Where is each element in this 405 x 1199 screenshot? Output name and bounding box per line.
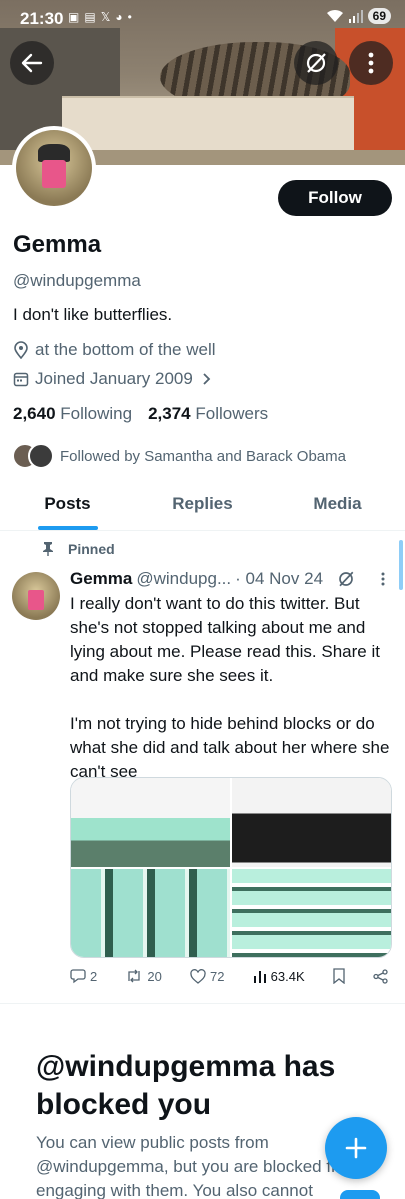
tab-media[interactable]: Media <box>270 478 405 530</box>
notification-icon: ▤ <box>84 10 96 24</box>
calendar-icon <box>13 372 29 387</box>
followed-by[interactable]: Followed by Samantha and Barack Obama <box>12 443 346 469</box>
repost-count: 20 <box>147 968 162 984</box>
joined-text: Joined January 2009 <box>35 369 193 388</box>
more-vertical-icon[interactable] <box>381 572 385 586</box>
notification-icons: ▣ ▤ 𝕏 ◕ • <box>68 10 132 24</box>
media-image[interactable] <box>232 778 391 867</box>
status-bar: 21:30 ▣ ▤ 𝕏 ◕ • 69 <box>0 0 405 32</box>
messenger-icon: ◕ <box>115 10 123 24</box>
reply-icon <box>70 969 86 984</box>
media-image[interactable] <box>232 868 391 957</box>
tab-posts[interactable]: Posts <box>0 478 135 530</box>
tab-replies[interactable]: Replies <box>135 478 270 530</box>
like-count: 72 <box>210 968 225 984</box>
x-logo-icon: 𝕏 <box>100 10 111 24</box>
status-time: 21:30 <box>20 9 64 28</box>
share-button[interactable] <box>373 968 388 984</box>
pinned-text: Pinned <box>68 541 115 557</box>
more-options-button[interactable] <box>349 41 393 85</box>
follow-stats: 2,640 Following 2,374 Followers <box>13 404 268 424</box>
arrow-left-icon <box>21 53 43 73</box>
pinned-label: Pinned <box>42 541 115 557</box>
repost-icon <box>128 969 141 983</box>
bar-chart-icon <box>253 971 266 983</box>
dot-icon: • <box>127 10 132 24</box>
post-handle[interactable]: @windupg... <box>136 569 231 589</box>
battery-indicator: 69 <box>367 8 391 24</box>
post-author[interactable]: Gemma <box>70 569 132 589</box>
blocked-title: @windupgemma has blocked you <box>36 1050 336 1121</box>
following-label: Following <box>60 404 133 423</box>
divider <box>0 1003 405 1004</box>
views-count: 63.4K <box>270 968 305 984</box>
following-link[interactable]: 2,640 Following <box>13 404 132 424</box>
post-date[interactable]: · 04 Nov 24 <box>235 569 323 589</box>
reply-count: 2 <box>90 968 98 984</box>
avatar-image <box>16 130 92 206</box>
followers-count: 2,374 <box>148 404 191 423</box>
wifi-icon <box>326 9 343 22</box>
post-text: I really don't want to do this twitter. … <box>70 594 390 781</box>
followers-link[interactable]: 2,374 Followers <box>148 404 268 424</box>
follower-avatar <box>28 443 54 469</box>
grok-icon <box>306 53 326 73</box>
post-header: Gemma @windupg... · 04 Nov 24 <box>70 569 385 589</box>
like-button[interactable]: 72 <box>190 969 224 984</box>
media-image[interactable] <box>71 868 230 957</box>
profile-tabs: Posts Replies Media <box>0 478 405 531</box>
profile-handle: @windupgemma <box>13 271 141 290</box>
profile-joined[interactable]: Joined January 2009 <box>13 369 213 389</box>
post-media-grid[interactable] <box>70 777 392 958</box>
avatar-figure-body <box>42 160 66 188</box>
signal-icon <box>348 10 363 23</box>
bookmark-button[interactable] <box>333 968 345 984</box>
post-avatar-figure <box>28 590 44 610</box>
location-text: at the bottom of the well <box>35 340 216 359</box>
scroll-indicator[interactable] <box>399 540 403 590</box>
repost-button[interactable]: 20 <box>125 968 162 984</box>
followers-label: Followers <box>195 404 269 423</box>
share-icon <box>373 968 388 984</box>
followed-by-text: Followed by Samantha and Barack Obama <box>60 447 346 465</box>
post-avatar[interactable] <box>12 572 60 620</box>
reply-button[interactable]: 2 <box>70 968 97 984</box>
bookmark-icon <box>333 968 345 984</box>
profile-location: at the bottom of the well <box>13 340 216 360</box>
profile-avatar[interactable] <box>12 126 96 210</box>
pin-icon <box>43 542 53 556</box>
fab-secondary <box>340 1190 380 1199</box>
heart-icon <box>190 968 206 984</box>
views-button[interactable]: 63.4K <box>253 969 305 984</box>
follow-button[interactable]: Follow <box>278 180 392 216</box>
notification-icon: ▣ <box>68 10 80 24</box>
grok-icon[interactable] <box>337 570 355 588</box>
system-icons: 69 <box>326 8 391 24</box>
compose-post-button[interactable] <box>325 1117 387 1179</box>
location-pin-icon <box>14 341 28 359</box>
post-actions: 2 20 72 63.4K <box>70 968 388 984</box>
more-vertical-icon <box>368 52 374 74</box>
profile-bio: I don't like butterflies. <box>13 305 173 324</box>
back-button[interactable] <box>10 41 54 85</box>
profile-name: Gemma <box>13 231 102 258</box>
plus-icon <box>345 1137 367 1159</box>
chevron-right-icon <box>203 373 211 385</box>
media-image[interactable] <box>71 778 230 867</box>
following-count: 2,640 <box>13 404 56 423</box>
grok-button[interactable] <box>294 41 338 85</box>
